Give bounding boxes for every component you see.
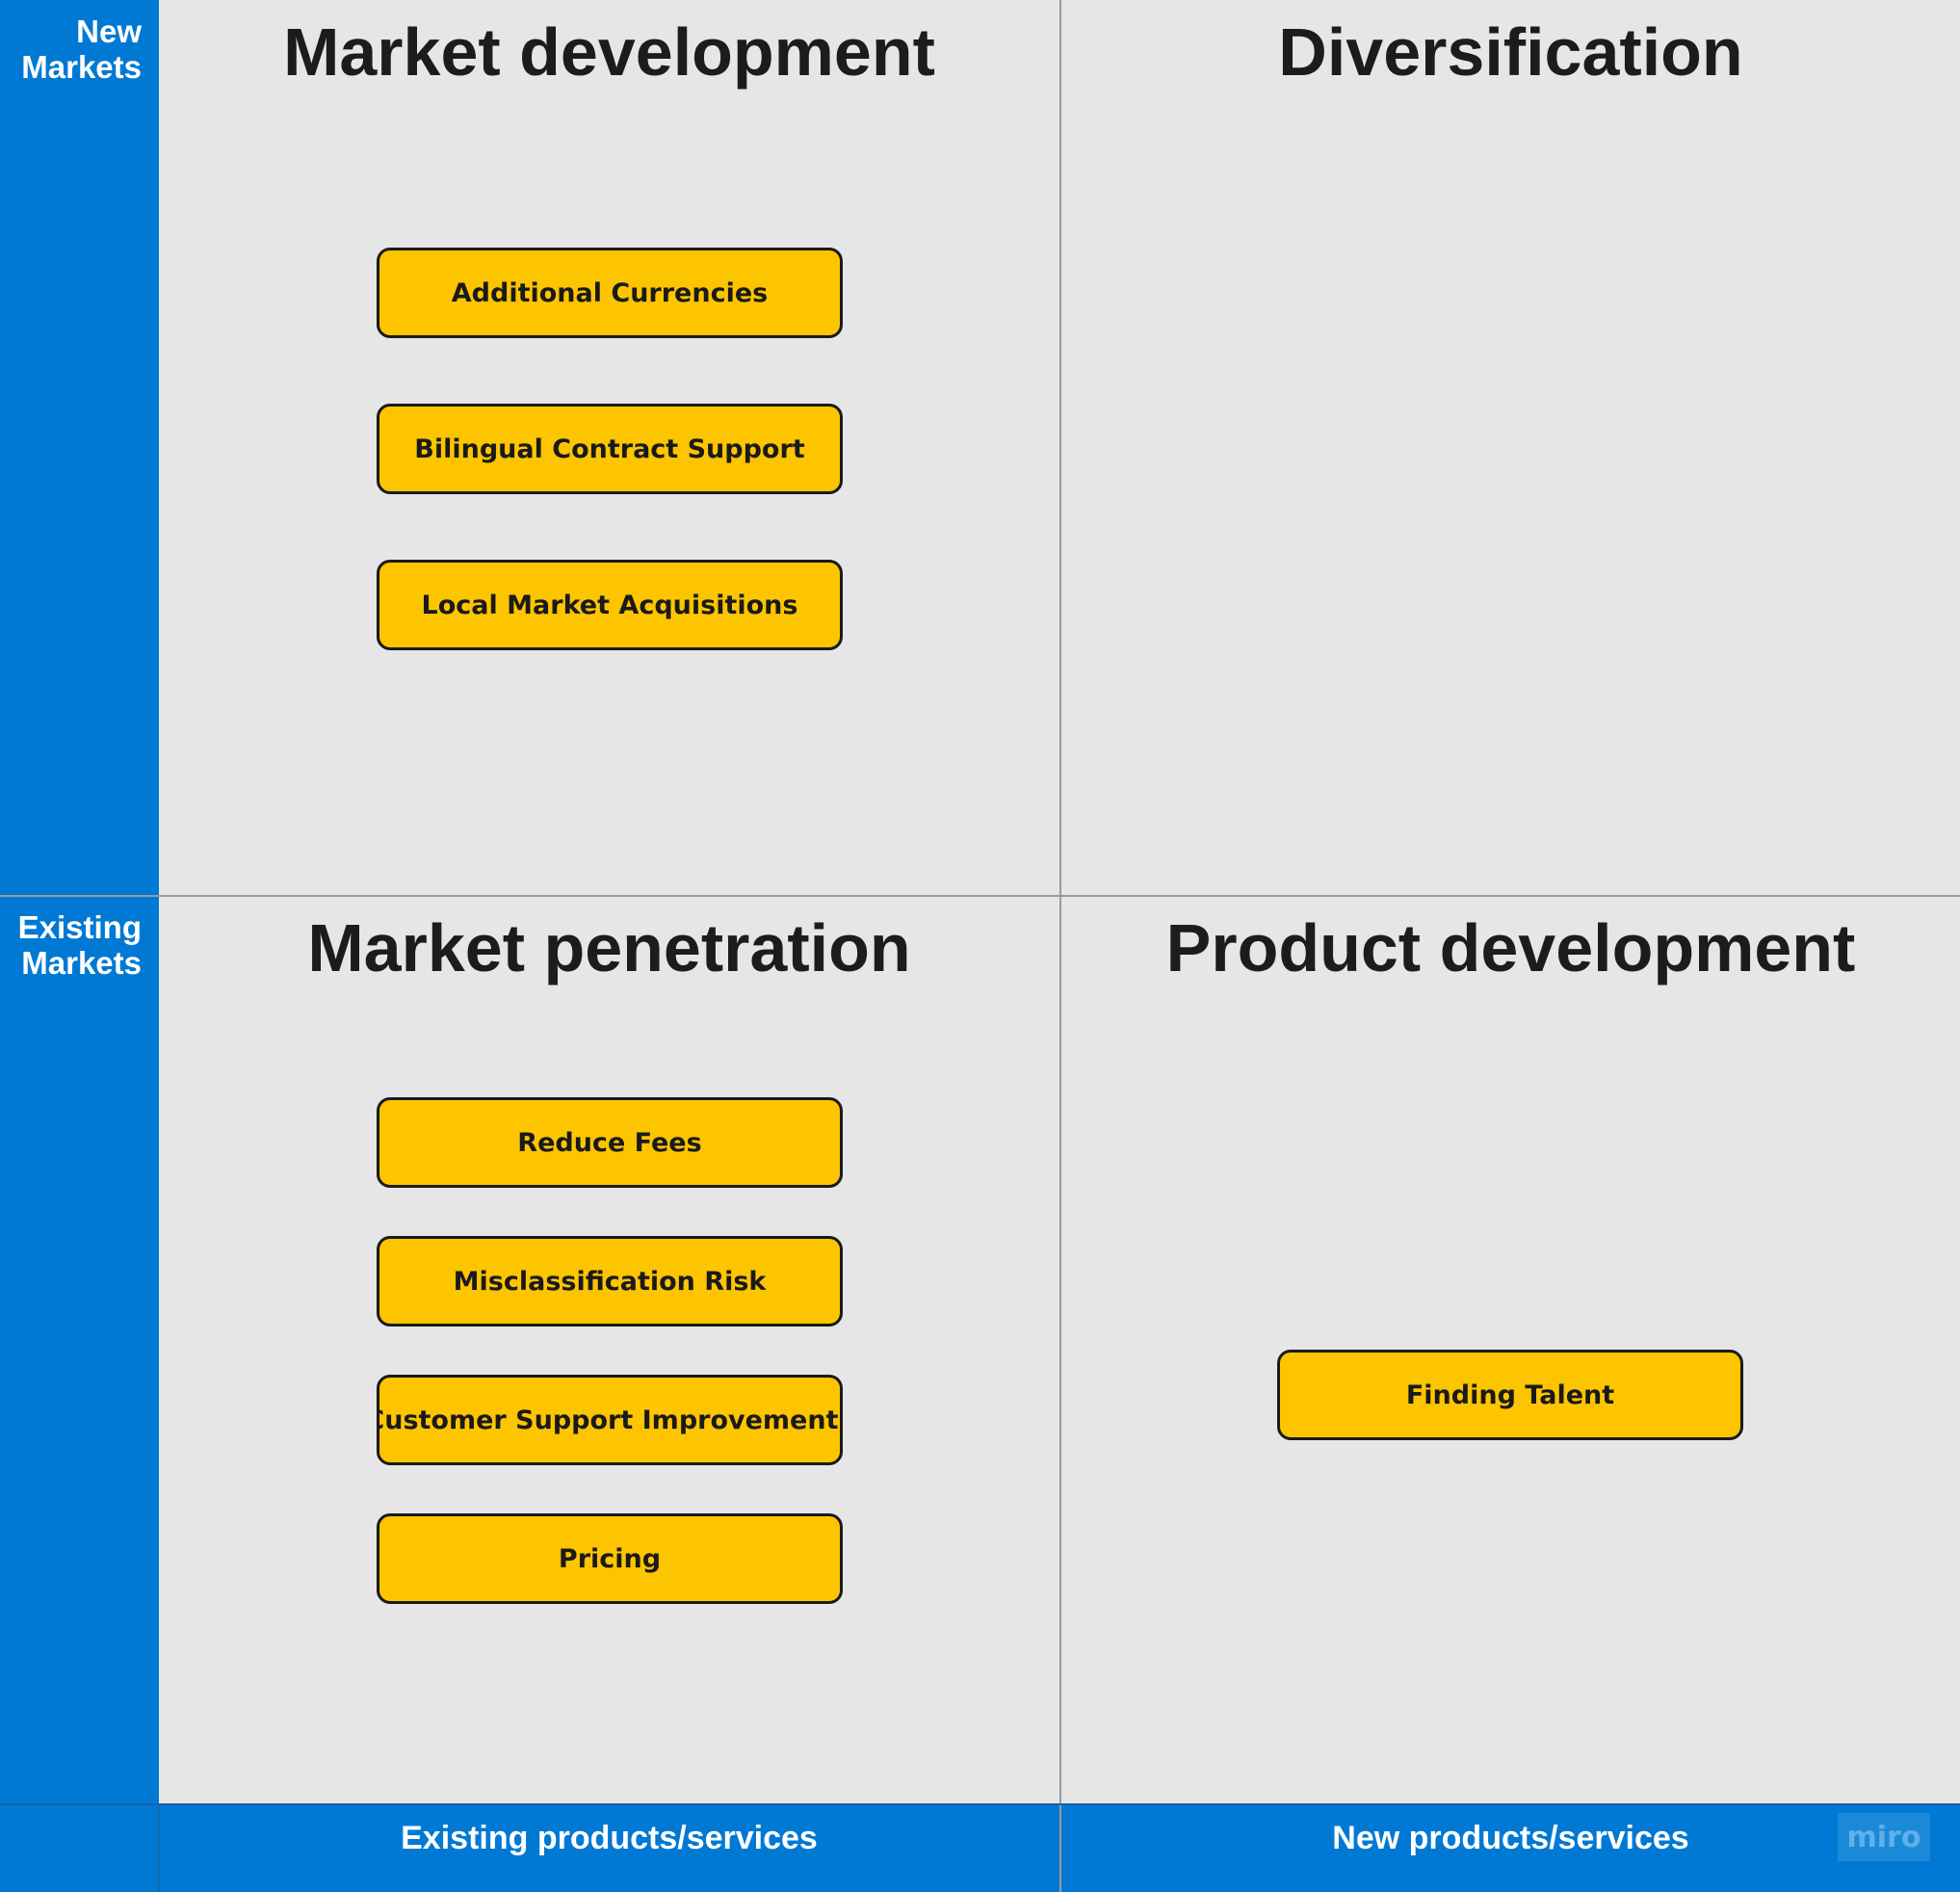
y-axis-label-existing-markets: Existing Markets: [17, 909, 142, 981]
miro-logo: miro: [1838, 1813, 1930, 1861]
sticky-card[interactable]: Bilingual Contract Support: [377, 404, 843, 494]
quadrant-title-market-development: Market development: [283, 14, 935, 90]
x-axis-label-existing-products: Existing products/services: [401, 1820, 818, 1856]
x-axis-label-new-products: New products/services: [1332, 1820, 1689, 1856]
sticky-card[interactable]: Local Market Acquisitions: [377, 560, 843, 650]
horizontal-divider: [0, 895, 1960, 897]
quadrant-title-product-development: Product development: [1165, 910, 1856, 985]
sticky-card[interactable]: Reduce Fees: [377, 1097, 843, 1188]
x-axis-bar-edge: [0, 1803, 1960, 1805]
sticky-card[interactable]: Additional Currencies: [377, 248, 843, 338]
sticky-card[interactable]: Customer Support Improvements: [377, 1375, 843, 1465]
sticky-card[interactable]: Pricing: [377, 1513, 843, 1604]
quadrant-title-market-penetration: Market penetration: [307, 910, 911, 985]
y-axis-bar: [0, 0, 159, 1804]
quadrant-title-diversification: Diversification: [1278, 14, 1743, 90]
sticky-card[interactable]: Finding Talent: [1277, 1350, 1743, 1440]
sticky-card[interactable]: Misclassification Risk: [377, 1236, 843, 1327]
y-axis-label-new-markets: New Markets: [21, 13, 142, 85]
